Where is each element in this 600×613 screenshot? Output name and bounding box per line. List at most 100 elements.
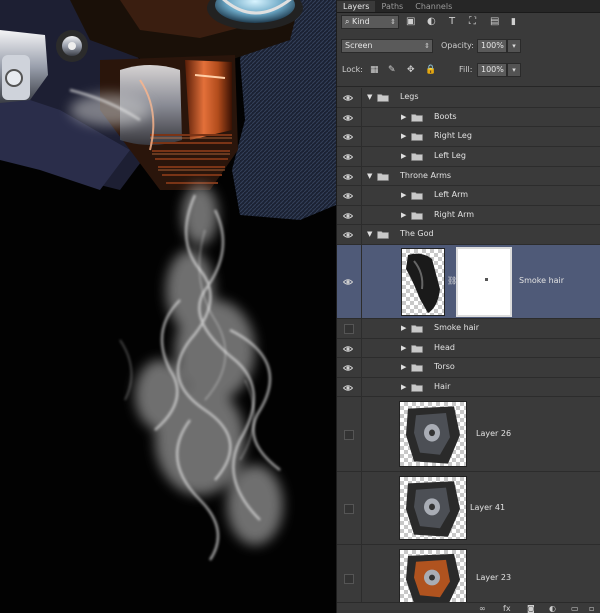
layer-name: The God xyxy=(400,229,434,238)
eye-icon[interactable] xyxy=(342,152,354,162)
lock-all-icon[interactable]: 🔒 xyxy=(425,63,436,77)
layer-group-row[interactable]: ▼ The God xyxy=(337,225,600,245)
layer-group-row[interactable]: ▶ Left Arm xyxy=(337,186,600,206)
lock-image-icon[interactable]: ✎ xyxy=(388,63,396,77)
new-layer-icon[interactable]: ▫ xyxy=(589,603,594,613)
opacity-input[interactable]: 100% xyxy=(477,39,507,53)
shape-filter-icon[interactable]: ⛶ xyxy=(469,13,476,31)
divider xyxy=(361,397,362,471)
layer-group-row[interactable]: ▶ Torso xyxy=(337,358,600,378)
layer-name: Left Leg xyxy=(434,151,466,160)
layer-group-row[interactable]: ▶ Head xyxy=(337,339,600,358)
eye-icon[interactable] xyxy=(342,93,354,103)
folder-icon xyxy=(411,132,423,141)
lock-position-icon[interactable]: ✥ xyxy=(407,63,415,77)
divider xyxy=(361,472,362,544)
eye-icon[interactable] xyxy=(342,383,354,393)
folder-icon[interactable]: ▭ xyxy=(571,603,579,613)
caret-right-icon[interactable]: ▶ xyxy=(401,383,406,391)
caret-right-icon[interactable]: ▶ xyxy=(401,152,406,160)
eye-icon[interactable] xyxy=(342,363,354,373)
caret-down-icon[interactable]: ▼ xyxy=(367,230,372,238)
filter-toggle-icon[interactable]: ▮ xyxy=(511,13,516,31)
layer-name: Head xyxy=(434,343,455,352)
divider xyxy=(361,245,362,318)
layer-row[interactable]: Layer 26 xyxy=(337,397,600,472)
layer-group-row[interactable]: ▶ Left Leg xyxy=(337,147,600,167)
layer-name: Smoke hair xyxy=(519,276,565,285)
eye-icon[interactable] xyxy=(342,230,354,240)
layer-name: Smoke hair xyxy=(434,323,480,332)
visibility-toggle[interactable] xyxy=(344,504,354,514)
document-canvas[interactable] xyxy=(0,0,336,613)
layer-name: Torso xyxy=(434,362,455,371)
layer-name: Right Leg xyxy=(434,131,472,140)
filter-kind-label: Kind xyxy=(352,17,370,26)
layer-group-row[interactable]: ▶ Smoke hair xyxy=(337,319,600,339)
smart-object-filter-icon[interactable]: ▤ xyxy=(490,13,499,31)
caret-down-icon[interactable]: ▼ xyxy=(367,93,372,101)
eye-icon[interactable] xyxy=(342,211,354,221)
divider xyxy=(361,127,362,146)
caret-right-icon[interactable]: ▶ xyxy=(401,324,406,332)
divider xyxy=(361,225,362,244)
pixel-filter-icon[interactable]: ▣ xyxy=(406,13,415,31)
chevron-down-icon: ⇕ xyxy=(424,42,430,50)
layer-row[interactable]: Layer 41 xyxy=(337,472,600,545)
layer-name: Layer 41 xyxy=(470,503,506,512)
eye-icon[interactable] xyxy=(342,277,354,287)
layer-group-row[interactable]: ▶ Hair xyxy=(337,378,600,397)
layer-thumbnail[interactable] xyxy=(399,476,467,540)
layer-group-row[interactable]: ▶ Right Leg xyxy=(337,127,600,147)
layer-thumbnail[interactable] xyxy=(401,248,445,316)
caret-right-icon[interactable]: ▶ xyxy=(401,191,406,199)
type-filter-icon[interactable]: T xyxy=(449,13,455,31)
caret-right-icon[interactable]: ▶ xyxy=(401,113,406,121)
layer-group-row[interactable]: ▶ Right Arm xyxy=(337,206,600,225)
eye-icon[interactable] xyxy=(342,132,354,142)
visibility-toggle[interactable] xyxy=(344,430,354,440)
folder-icon xyxy=(411,344,423,353)
layer-name: Layer 23 xyxy=(476,573,512,582)
fill-input[interactable]: 100% xyxy=(477,63,507,77)
chevron-down-icon: ▾ xyxy=(512,42,516,50)
folder-icon xyxy=(411,383,423,392)
adjustment-icon[interactable]: ◐ xyxy=(549,603,556,613)
layer-row[interactable]: ⛓ Smoke hair xyxy=(337,245,600,319)
link-icon[interactable]: ∞ xyxy=(479,603,486,613)
filter-kind-select[interactable]: ⌕ Kind ⇕ xyxy=(341,15,399,29)
visibility-toggle[interactable] xyxy=(344,574,354,584)
layer-group-row[interactable]: ▶ Boots xyxy=(337,108,600,127)
folder-icon xyxy=(411,152,423,161)
layers-panel: Layers Paths Channels ⌕ Kind ⇕ ▣ ◐ T ⛶ ▤… xyxy=(336,0,600,613)
layer-group-row[interactable]: ▼ Legs xyxy=(337,88,600,108)
divider xyxy=(361,358,362,377)
caret-right-icon[interactable]: ▶ xyxy=(401,132,406,140)
caret-down-icon[interactable]: ▼ xyxy=(367,172,372,180)
eye-icon[interactable] xyxy=(342,191,354,201)
layer-thumbnail[interactable] xyxy=(399,549,467,608)
eye-icon[interactable] xyxy=(342,113,354,123)
fill-slider-button[interactable]: ▾ xyxy=(507,63,521,77)
tab-layers[interactable]: Layers xyxy=(337,1,376,12)
eye-icon[interactable] xyxy=(342,344,354,354)
blend-mode-select[interactable]: Screen ⇕ xyxy=(341,39,433,53)
eye-icon[interactable] xyxy=(342,172,354,182)
mask-icon[interactable]: ◙ xyxy=(527,603,535,613)
visibility-toggle[interactable] xyxy=(344,324,354,334)
fx-icon[interactable]: fx xyxy=(503,603,511,613)
folder-icon xyxy=(411,363,423,372)
opacity-slider-button[interactable]: ▾ xyxy=(507,39,521,53)
layer-thumbnail[interactable] xyxy=(399,401,467,467)
layer-mask-thumbnail[interactable] xyxy=(456,247,512,317)
caret-right-icon[interactable]: ▶ xyxy=(401,344,406,352)
adjustment-filter-icon[interactable]: ◐ xyxy=(427,13,436,31)
layer-name: Throne Arms xyxy=(400,171,452,180)
caret-right-icon[interactable]: ▶ xyxy=(401,363,406,371)
layer-group-row[interactable]: ▼ Throne Arms xyxy=(337,167,600,186)
divider xyxy=(361,108,362,126)
caret-right-icon[interactable]: ▶ xyxy=(401,211,406,219)
tab-channels[interactable]: Channels xyxy=(409,1,458,12)
tab-paths[interactable]: Paths xyxy=(375,1,409,12)
lock-transparent-icon[interactable]: ▦ xyxy=(370,63,379,77)
